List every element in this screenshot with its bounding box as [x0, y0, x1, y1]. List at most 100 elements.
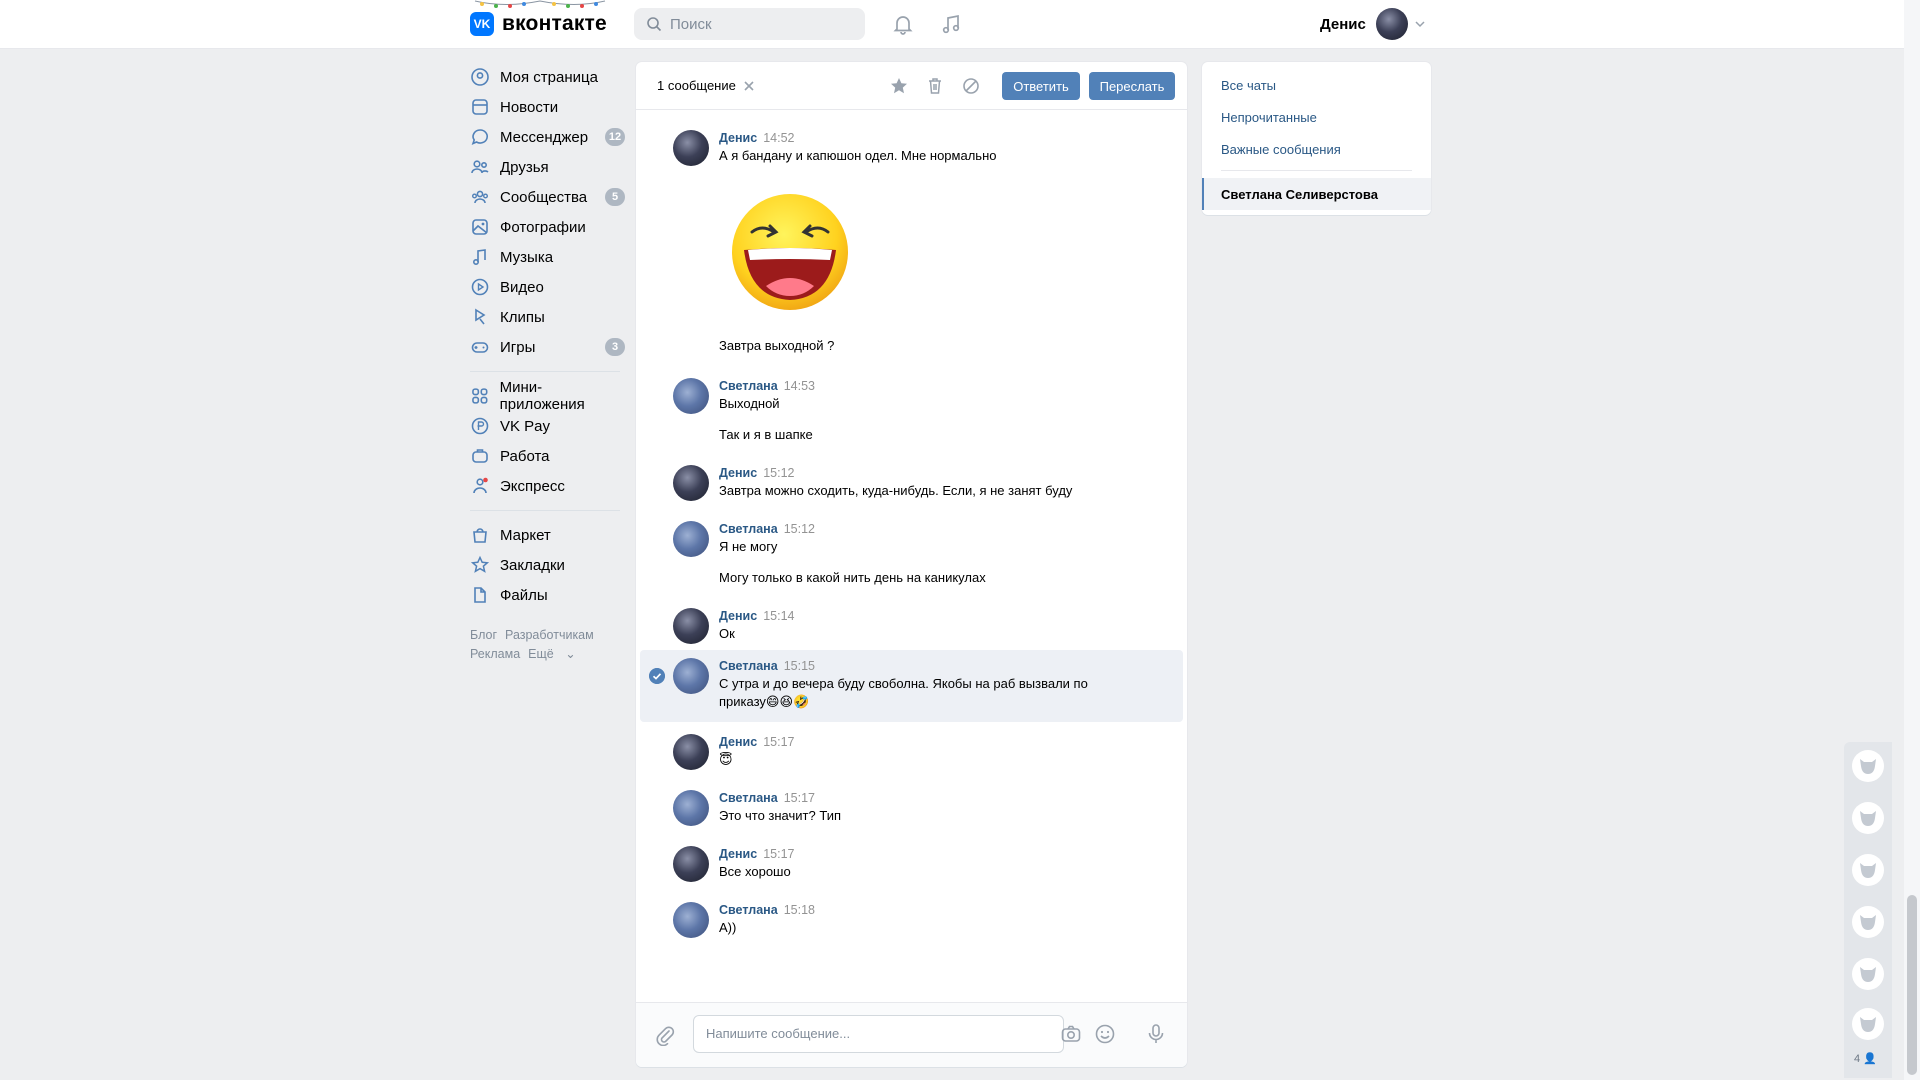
active-chat-item[interactable]: Светлана Селиверстова — [1202, 178, 1431, 210]
music-note-icon[interactable] — [939, 12, 963, 36]
sidebar-item[interactable]: Новости — [470, 92, 625, 122]
selection-count-label: 1 сообщение — [657, 78, 736, 93]
avatar[interactable] — [673, 846, 709, 882]
sticker-item[interactable] — [1852, 802, 1884, 834]
reply-button[interactable]: Ответить — [1002, 72, 1080, 100]
smile-icon[interactable] — [1094, 1023, 1116, 1045]
sticker-count[interactable]: 4 👤 — [1854, 1052, 1877, 1065]
sidebar-item-label: Музыка — [500, 248, 554, 266]
spam-block-icon[interactable] — [961, 76, 981, 96]
sidebar-item[interactable]: Закладки — [470, 550, 625, 580]
avatar[interactable] — [673, 521, 709, 557]
avatar[interactable] — [673, 902, 709, 938]
avatar[interactable] — [673, 734, 709, 770]
author-name[interactable]: Денис — [719, 609, 757, 623]
author-name[interactable]: Денис — [719, 131, 757, 145]
avatar[interactable] — [673, 465, 709, 501]
counter-badge: 3 — [605, 338, 625, 356]
sidebar-item[interactable]: Файлы — [470, 580, 625, 610]
video-icon — [471, 278, 489, 296]
bookmarks-icon — [470, 555, 490, 573]
vk-logo[interactable]: VK вконтакте — [470, 6, 607, 42]
filter-all-chats[interactable]: Все чаты — [1221, 78, 1276, 93]
sidebar-item-label: Маркет — [500, 526, 551, 544]
avatar[interactable] — [673, 658, 709, 694]
sidebar-item[interactable]: VK Pay — [470, 411, 625, 441]
photos-icon — [472, 219, 488, 235]
sidebar-item[interactable]: Мессенджер 12 — [470, 122, 625, 152]
sidebar-item[interactable]: Работа — [470, 441, 625, 471]
message-time: 15:17 — [763, 847, 795, 861]
sidebar-item[interactable]: Игры 3 — [470, 332, 625, 362]
bell-icon[interactable] — [891, 12, 915, 36]
sticker-item[interactable] — [1852, 854, 1884, 886]
sidebar-item[interactable]: Маркет — [470, 520, 625, 550]
filter-important[interactable]: Важные сообщения — [1221, 142, 1341, 157]
sidebar-item[interactable]: Клипы — [470, 302, 625, 332]
communities-icon — [472, 190, 488, 204]
sidebar-item-label: Видео — [500, 278, 544, 296]
check-icon[interactable] — [649, 668, 665, 684]
sidebar-item[interactable]: Моя страница — [470, 62, 625, 92]
footer-link-blog[interactable]: Блог — [470, 628, 497, 642]
sidebar-item-label: Файлы — [500, 586, 548, 604]
filter-unread[interactable]: Непрочитанные — [1221, 110, 1317, 125]
footer-link-dev[interactable]: Разработчикам — [505, 628, 594, 642]
message-text: Ок — [719, 626, 735, 641]
logo-text: вконтакте — [502, 12, 607, 35]
sidebar-item[interactable]: Мини-приложения — [470, 379, 625, 413]
vk-logo-icon: VK — [470, 12, 494, 36]
footer-link-more[interactable]: Ещё ⌄ — [528, 647, 576, 661]
sticker-item[interactable] — [1852, 750, 1884, 782]
message-time: 14:53 — [783, 379, 815, 393]
work-icon — [472, 449, 488, 463]
sticker-item[interactable] — [1852, 906, 1884, 938]
author-name[interactable]: Светлана — [719, 522, 778, 536]
message-time: 15:18 — [783, 903, 815, 917]
author-name[interactable]: Светлана — [719, 791, 778, 805]
clear-selection-icon[interactable] — [743, 80, 755, 92]
files-icon — [474, 587, 486, 603]
chevron-down-icon — [1415, 21, 1425, 28]
footer-link-ads[interactable]: Реклама — [470, 647, 520, 661]
message-time: 15:14 — [763, 609, 795, 623]
author-name[interactable]: Денис — [719, 847, 757, 861]
author-name[interactable]: Светлана — [719, 379, 778, 393]
message-time: 15:17 — [763, 735, 795, 749]
search-input[interactable]: Поиск — [634, 8, 865, 40]
star-icon[interactable] — [889, 76, 909, 96]
microphone-icon[interactable] — [1145, 1023, 1167, 1045]
author-name[interactable]: Денис — [719, 735, 757, 749]
sidebar-item[interactable]: Видео — [470, 272, 625, 302]
author-name[interactable]: Светлана — [719, 659, 778, 673]
message-meta: Денис 15:14 — [719, 609, 794, 623]
scrollbar-thumb[interactable] — [1907, 895, 1917, 1075]
sidebar-item[interactable]: Друзья — [470, 152, 625, 182]
trash-icon[interactable] — [925, 76, 945, 96]
user-menu[interactable]: Денис — [1320, 6, 1426, 42]
avatar[interactable] — [673, 378, 709, 414]
sidebar-item[interactable]: Сообщества 5 — [470, 182, 625, 212]
laughing-face-sticker[interactable] — [730, 188, 850, 316]
express-icon — [473, 477, 488, 494]
message-meta: Денис 14:52 — [719, 131, 794, 145]
paperclip-icon[interactable] — [654, 1024, 676, 1046]
sidebar-item[interactable]: Экспресс — [470, 471, 625, 501]
avatar[interactable] — [673, 790, 709, 826]
counter-badge: 12 — [605, 128, 625, 146]
page-scrollbar[interactable] — [1904, 0, 1920, 1080]
camera-icon[interactable] — [1060, 1023, 1082, 1045]
message-input[interactable]: Напишите сообщение... — [693, 1015, 1115, 1053]
sticker-item[interactable] — [1852, 1008, 1884, 1040]
author-name[interactable]: Денис — [719, 466, 757, 480]
avatar[interactable] — [673, 608, 709, 644]
forward-button[interactable]: Переслать — [1089, 72, 1175, 100]
message-meta: Светлана 14:53 — [719, 379, 815, 393]
message-text: Выходной — [719, 396, 780, 411]
avatar[interactable] — [673, 130, 709, 166]
message-time: 15:12 — [763, 466, 795, 480]
sidebar-item[interactable]: Музыка — [470, 242, 625, 272]
author-name[interactable]: Светлана — [719, 903, 778, 917]
sidebar-item[interactable]: Фотографии — [470, 212, 625, 242]
sticker-item[interactable] — [1852, 958, 1884, 990]
